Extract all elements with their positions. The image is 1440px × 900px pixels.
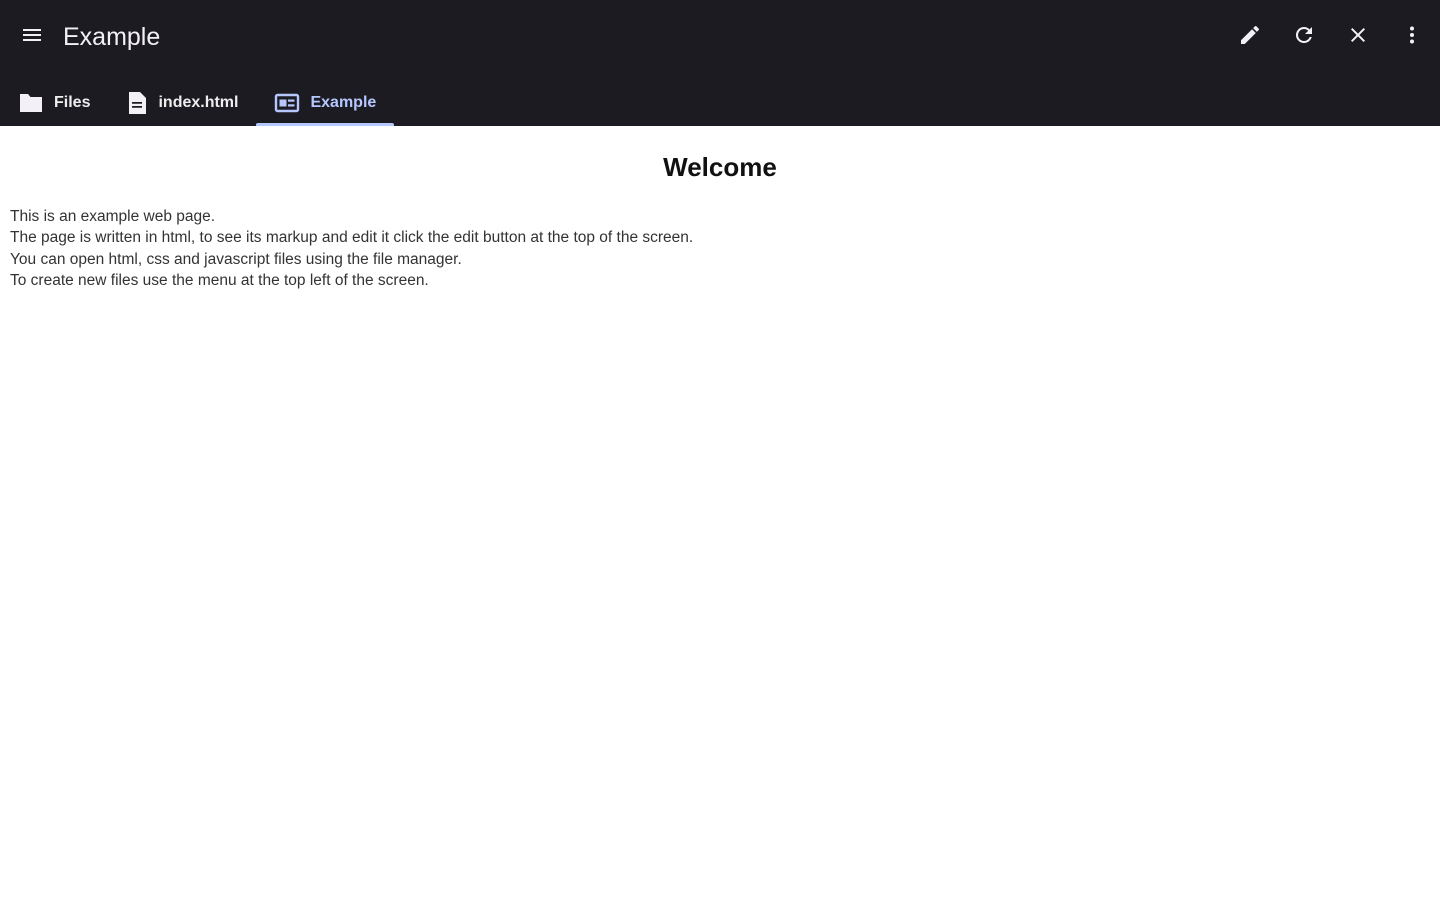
- more-vertical-icon: [1400, 23, 1424, 52]
- tab-label: Files: [54, 94, 91, 111]
- tab-bar: Files index.html Example: [0, 80, 395, 126]
- tab-files[interactable]: Files: [0, 80, 108, 126]
- web-preview-icon: [274, 92, 300, 114]
- page-heading: Welcome: [663, 152, 777, 182]
- tab-index-html[interactable]: index.html: [108, 80, 256, 126]
- app-title: Example: [63, 23, 161, 51]
- close-icon: [1346, 23, 1370, 52]
- more-options-button[interactable]: [1394, 19, 1430, 55]
- file-icon: [126, 91, 148, 115]
- page-body: This is an example web page. The page is…: [10, 206, 693, 291]
- folder-icon: [18, 92, 44, 114]
- tab-label: Example: [310, 94, 377, 111]
- web-preview: Welcome This is an example web page. The…: [0, 126, 1440, 900]
- body-line: To create new files use the menu at the …: [10, 271, 429, 289]
- body-line: The page is written in html, to see its …: [10, 229, 694, 247]
- reload-button[interactable]: [1286, 19, 1322, 55]
- tab-example[interactable]: Example: [256, 80, 395, 126]
- edit-button[interactable]: [1232, 19, 1268, 55]
- tab-label: index.html: [158, 94, 239, 111]
- pencil-icon: [1238, 23, 1262, 52]
- body-line: You can open html, css and javascript fi…: [10, 250, 462, 268]
- close-button[interactable]: [1340, 19, 1376, 55]
- app-bar: Example Files index.html Example: [0, 0, 1440, 126]
- refresh-icon: [1292, 23, 1316, 52]
- toolbar-actions: [1214, 19, 1430, 55]
- menu-icon: [20, 23, 44, 52]
- menu-button[interactable]: [14, 19, 50, 55]
- toolbar: Example: [0, 0, 1440, 74]
- body-line: This is an example web page.: [10, 208, 216, 225]
